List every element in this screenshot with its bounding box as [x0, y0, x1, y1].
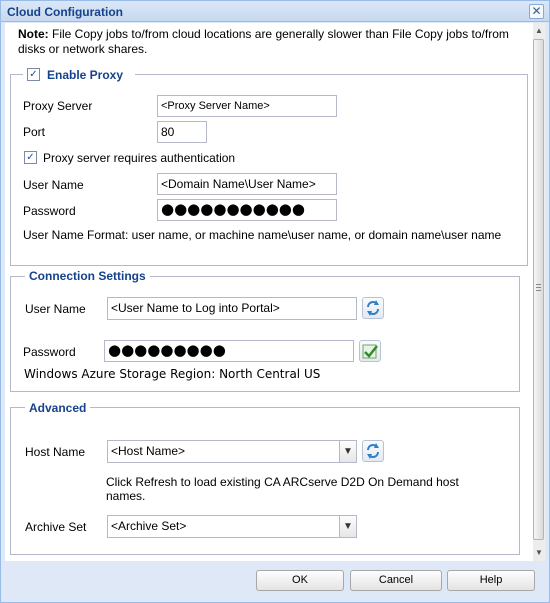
dialog-body: Note: File Copy jobs to/from cloud locat…: [5, 23, 533, 561]
enable-proxy-label: Enable Proxy: [43, 68, 128, 82]
host-name-value: <Host Name>: [111, 444, 186, 458]
proxy-password-input[interactable]: ●●●●●●●●●●●: [157, 199, 337, 221]
close-icon[interactable]: ✕: [529, 4, 544, 19]
scroll-down-arrow-icon[interactable]: ▼: [532, 546, 546, 559]
proxy-server-label: Proxy Server: [23, 99, 93, 113]
portal-username-input[interactable]: <User Name to Log into Portal>: [107, 297, 357, 320]
cloud-configuration-dialog: Cloud Configuration ✕ ▲ ▼ Note: File Cop…: [0, 0, 550, 603]
portal-password-input[interactable]: ●●●●●●●●●: [104, 340, 354, 362]
port-label: Port: [23, 125, 46, 139]
host-refresh-hint: Click Refresh to load existing CA ARCser…: [106, 475, 459, 503]
title-bar[interactable]: Cloud Configuration ✕: [1, 1, 549, 22]
portal-password-label: Password: [23, 345, 76, 359]
archive-set-label: Archive Set: [25, 520, 87, 534]
ok-button[interactable]: OK: [256, 570, 344, 591]
portal-username-label: User Name: [25, 302, 86, 316]
host-name-dropdown-icon[interactable]: ▼: [339, 441, 356, 462]
host-name-combo[interactable]: <Host Name> ▼: [107, 440, 357, 463]
host-name-label: Host Name: [25, 445, 86, 459]
proxy-server-input[interactable]: <Proxy Server Name>: [157, 95, 337, 117]
advanced-legend: Advanced: [25, 401, 91, 415]
proxy-legend: ✓ Enable Proxy: [23, 67, 135, 83]
note-prefix: Note:: [18, 27, 49, 41]
verify-password-button[interactable]: [359, 340, 381, 362]
cancel-button[interactable]: Cancel: [350, 570, 442, 591]
archive-set-dropdown-icon[interactable]: ▼: [339, 516, 356, 537]
proxy-auth-checkbox[interactable]: ✓: [24, 151, 37, 164]
verify-icon: [362, 344, 378, 359]
note-text: Note: File Copy jobs to/from cloud locat…: [18, 27, 530, 57]
dialog-title: Cloud Configuration: [7, 5, 123, 19]
scrollbar-grip: [536, 284, 541, 292]
port-input[interactable]: 80: [157, 121, 207, 143]
note-message: File Copy jobs to/from cloud locations a…: [18, 27, 509, 56]
archive-set-combo[interactable]: <Archive Set> ▼: [107, 515, 357, 538]
refresh-icon: [367, 443, 379, 459]
archive-set-value: <Archive Set>: [111, 519, 187, 533]
vertical-scrollbar[interactable]: ▲ ▼: [531, 23, 545, 561]
enable-proxy-checkbox[interactable]: ✓: [27, 68, 40, 81]
username-format-hint: User Name Format: user name, or machine …: [23, 228, 502, 242]
scroll-up-arrow-icon[interactable]: ▲: [532, 24, 546, 37]
refresh-username-button[interactable]: [362, 297, 384, 319]
proxy-auth-label: Proxy server requires authentication: [43, 151, 236, 165]
refresh-host-button[interactable]: [362, 440, 384, 462]
proxy-username-input[interactable]: <Domain Name\User Name>: [157, 173, 337, 195]
help-button[interactable]: Help: [447, 570, 535, 591]
proxy-password-label: Password: [23, 204, 76, 218]
proxy-username-label: User Name: [23, 178, 84, 192]
refresh-icon: [367, 300, 379, 316]
connection-settings-legend: Connection Settings: [25, 269, 150, 283]
storage-region-text: Windows Azure Storage Region: North Cent…: [24, 367, 321, 381]
scrollbar-thumb[interactable]: [533, 39, 544, 540]
